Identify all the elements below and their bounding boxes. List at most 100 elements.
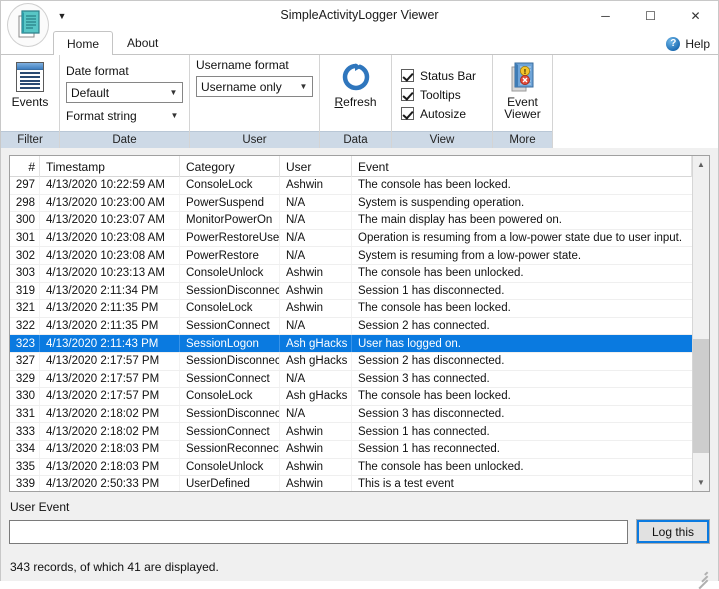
svg-text:!: ! (523, 68, 526, 76)
cell-number: 300 (10, 212, 40, 229)
table-row[interactable]: 3024/13/2020 10:23:08 AMPowerRestoreN/AS… (10, 247, 692, 265)
column-header-number[interactable]: # (10, 156, 40, 177)
maximize-icon: ☐ (645, 9, 656, 23)
cell-timestamp: 4/13/2020 2:11:43 PM (40, 335, 180, 352)
table-row[interactable]: 3354/13/2020 2:18:03 PMConsoleUnlockAshw… (10, 459, 692, 477)
application-menu-button[interactable] (7, 3, 49, 47)
ribbon-group-label-data: Data (320, 131, 391, 148)
event-viewer-button[interactable]: ! Event Viewer (498, 57, 547, 131)
checkmark-icon (401, 69, 414, 82)
chevron-down-icon: ▼ (168, 112, 181, 120)
resize-grip-icon[interactable] (695, 567, 708, 580)
chevron-down-icon: ▼ (297, 83, 310, 91)
column-header-category[interactable]: Category (180, 156, 280, 177)
events-list-icon (16, 62, 44, 92)
table-row[interactable]: 2984/13/2020 10:23:00 AMPowerSuspendN/AS… (10, 195, 692, 213)
cell-timestamp: 4/13/2020 2:17:57 PM (40, 388, 180, 405)
table-row[interactable]: 3014/13/2020 10:23:08 AMPowerRestoreUser… (10, 230, 692, 248)
cell-user: Ashwin (280, 283, 352, 300)
table-row[interactable]: 3314/13/2020 2:18:02 PMSessionDisconnect… (10, 406, 692, 424)
help-question-icon: ? (666, 37, 680, 51)
cell-category: SessionReconnect (180, 441, 280, 458)
cell-event: Session 3 has connected. (352, 371, 692, 388)
ribbon-group-user: Username format Username only ▼ User (190, 55, 320, 148)
cell-category: SessionLogon (180, 335, 280, 352)
cell-user: Ashwin (280, 265, 352, 282)
table-row[interactable]: 3344/13/2020 2:18:03 PMSessionReconnectA… (10, 441, 692, 459)
checkmark-icon (401, 88, 414, 101)
grid-vertical-scrollbar[interactable]: ▲ ▼ (692, 156, 709, 491)
cell-timestamp: 4/13/2020 2:18:02 PM (40, 423, 180, 440)
scrollbar-track[interactable] (693, 173, 709, 474)
column-header-user[interactable]: User (280, 156, 352, 177)
event-viewer-book-icon: ! (509, 62, 536, 93)
tab-home[interactable]: Home (53, 31, 113, 55)
checkbox-status-bar-label: Status Bar (420, 69, 476, 83)
table-row[interactable]: 3224/13/2020 2:11:35 PMSessionConnectN/A… (10, 318, 692, 336)
minimize-button[interactable]: ─ (583, 1, 628, 31)
table-row[interactable]: 3274/13/2020 2:17:57 PMSessionDisconnect… (10, 353, 692, 371)
cell-category: MonitorPowerOn (180, 212, 280, 229)
events-button[interactable]: Events (6, 57, 54, 131)
date-format-value: Default (71, 86, 167, 100)
table-row[interactable]: 3034/13/2020 10:23:13 AMConsoleUnlockAsh… (10, 265, 692, 283)
user-event-input[interactable] (9, 520, 628, 544)
username-format-label: Username format (196, 58, 313, 73)
scroll-up-button[interactable]: ▲ (693, 156, 709, 173)
cell-category: PowerSuspend (180, 195, 280, 212)
cell-number: 330 (10, 388, 40, 405)
checkbox-status-bar[interactable]: Status Bar (401, 69, 476, 83)
checkbox-autosize-label: Autosize (420, 107, 466, 121)
ribbon-group-label-date: Date (60, 131, 189, 148)
cell-user: Ash gHacks (280, 353, 352, 370)
table-row[interactable]: 3214/13/2020 2:11:35 PMConsoleLockAshwin… (10, 300, 692, 318)
table-row[interactable]: 3394/13/2020 2:50:33 PMUserDefinedAshwin… (10, 476, 692, 491)
cell-category: ConsoleUnlock (180, 459, 280, 476)
cell-number: 301 (10, 230, 40, 247)
scroll-down-button[interactable]: ▼ (693, 474, 709, 491)
cell-event: System is suspending operation. (352, 195, 692, 212)
tab-about[interactable]: About (113, 31, 172, 54)
checkbox-autosize[interactable]: Autosize (401, 107, 466, 121)
date-format-label: Date format (66, 64, 183, 79)
tab-about-label: About (127, 36, 158, 50)
cell-user: Ash gHacks (280, 335, 352, 352)
table-row[interactable]: 3334/13/2020 2:18:02 PMSessionConnectAsh… (10, 423, 692, 441)
refresh-button[interactable]: Refresh (325, 57, 386, 131)
table-row[interactable]: 3294/13/2020 2:17:57 PMSessionConnectN/A… (10, 371, 692, 389)
help-button[interactable]: ? Help (666, 37, 710, 51)
table-row[interactable]: 2974/13/2020 10:22:59 AMConsoleLockAshwi… (10, 177, 692, 195)
title-bar: ▼ SimpleActivityLogger Viewer ─ ☐ ✕ (1, 1, 718, 32)
table-row[interactable]: 3004/13/2020 10:23:07 AMMonitorPowerOnN/… (10, 212, 692, 230)
table-row[interactable]: 3234/13/2020 2:11:43 PMSessionLogonAsh g… (10, 335, 692, 353)
cell-number: 321 (10, 300, 40, 317)
cell-category: PowerRestoreUser (180, 230, 280, 247)
status-bar-text: 343 records, of which 41 are displayed. (10, 560, 219, 574)
cell-timestamp: 4/13/2020 2:18:03 PM (40, 441, 180, 458)
format-string-dropdown[interactable]: Format string ▼ (66, 106, 183, 125)
checkbox-tooltips[interactable]: Tooltips (401, 88, 461, 102)
scrollbar-thumb[interactable] (693, 339, 709, 453)
checkbox-tooltips-label: Tooltips (420, 88, 461, 102)
date-format-combobox[interactable]: Default ▼ (66, 82, 183, 103)
ribbon-group-label-filter: Filter (1, 131, 59, 148)
log-this-button[interactable]: Log this (636, 519, 710, 544)
refresh-circular-arrow-icon (341, 62, 371, 92)
ribbon-group-label-more: More (493, 131, 552, 148)
cell-category: SessionConnect (180, 318, 280, 335)
table-row[interactable]: 3194/13/2020 2:11:34 PMSessionDisconnect… (10, 283, 692, 301)
column-header-timestamp[interactable]: Timestamp (40, 156, 180, 177)
cell-number: 319 (10, 283, 40, 300)
close-button[interactable]: ✕ (673, 1, 718, 31)
ribbon-group-filter: Events Filter (1, 55, 60, 148)
cell-event: Session 1 has disconnected. (352, 283, 692, 300)
cell-event: The console has been locked. (352, 300, 692, 317)
ribbon: Events Filter Date format Default ▼ Form… (1, 55, 718, 148)
cell-user: Ash gHacks (280, 388, 352, 405)
cell-number: 329 (10, 371, 40, 388)
username-format-combobox[interactable]: Username only ▼ (196, 76, 313, 97)
maximize-button[interactable]: ☐ (628, 1, 673, 31)
table-row[interactable]: 3304/13/2020 2:17:57 PMConsoleLockAsh gH… (10, 388, 692, 406)
help-label: Help (685, 37, 710, 51)
column-header-event[interactable]: Event (352, 156, 692, 177)
